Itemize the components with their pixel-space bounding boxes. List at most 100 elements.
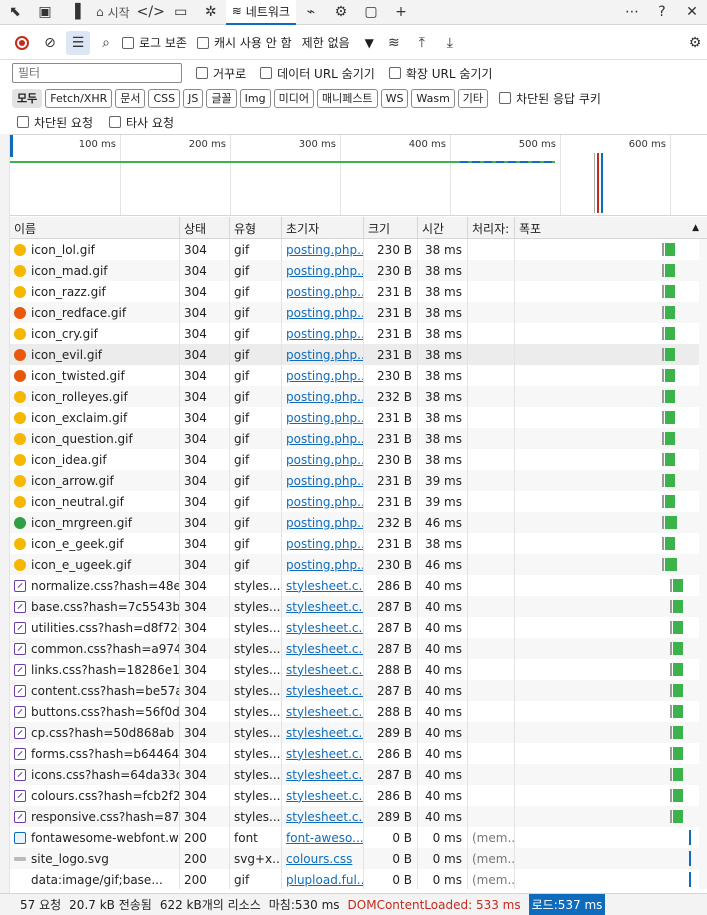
blocked-cookies-checkbox[interactable]: 차단된 응답 쿠키 — [499, 90, 601, 107]
hide-extension-urls-checkbox[interactable]: 확장 URL 숨기기 — [388, 65, 492, 82]
cell-initiator-text[interactable]: stylesheet.c... — [286, 768, 363, 782]
cell-initiator-text[interactable]: stylesheet.c... — [286, 810, 363, 824]
tab-console-icon[interactable]: ▭ — [166, 0, 196, 25]
cell-initiator-text[interactable]: posting.php... — [286, 390, 363, 404]
close-devtools-icon[interactable]: ✕ — [677, 0, 707, 25]
type-filter-other[interactable]: 기타 — [457, 88, 489, 108]
type-filter-ws[interactable]: WS — [380, 88, 409, 108]
type-filter-manifest[interactable]: 매니페스트 — [316, 88, 378, 108]
cell-initiator-text[interactable]: font-aweso... — [286, 831, 363, 845]
blocked-requests-checkbox[interactable]: 차단된 요청 — [17, 114, 93, 131]
tab-welcome[interactable]: ⌂ 시작 — [90, 0, 136, 25]
table-row[interactable]: data:image/gif;base... 200 gif plupload.ful… — [10, 869, 707, 889]
throttling-select[interactable]: 제한 없음 ▼ — [302, 34, 374, 51]
cell-initiator-text[interactable]: stylesheet.c... — [286, 663, 363, 677]
cell-initiator-text[interactable]: posting.php... — [286, 243, 363, 257]
tab-network[interactable]: ≋ 네트워크 — [225, 0, 296, 25]
table-row[interactable]: normalize.css?hash=48e... 304 styles... sty… — [10, 575, 707, 596]
table-row[interactable]: cp.css?hash=50d868ab 304 styles... styleshe… — [10, 722, 707, 743]
cell-initiator-text[interactable]: stylesheet.c... — [286, 705, 363, 719]
inspect-element-icon[interactable]: ⬉ — [0, 0, 30, 25]
table-row[interactable]: icon_mrgreen.gif 304 gif posting.php... 232 … — [10, 512, 707, 533]
cell-initiator-text[interactable]: stylesheet.c... — [286, 621, 363, 635]
export-har-button[interactable]: ⤓ — [438, 31, 462, 55]
type-filter-doc[interactable]: 문서 — [115, 88, 146, 108]
cell-initiator-text[interactable]: stylesheet.c... — [286, 726, 363, 740]
table-row[interactable]: fontawesome-webfont.w... 200 font font-awes… — [10, 827, 707, 848]
table-row[interactable]: icon_neutral.gif 304 gif posting.php... 231 … — [10, 491, 707, 512]
invert-checkbox[interactable]: 거꾸로 — [196, 65, 246, 82]
cell-initiator-text[interactable]: colours.css — [286, 852, 352, 866]
settings-button[interactable]: ⚙ — [683, 31, 707, 55]
cell-initiator-text[interactable]: posting.php... — [286, 264, 363, 278]
hide-data-urls-checkbox[interactable]: 데이터 URL 숨기기 — [260, 65, 375, 82]
table-row[interactable]: icon_evil.gif 304 gif posting.php... 231 B 38… — [10, 344, 707, 365]
cell-initiator-text[interactable]: posting.php... — [286, 474, 363, 488]
table-row[interactable]: common.css?hash=a974... 304 styles... style… — [10, 638, 707, 659]
table-row[interactable]: icon_e_geek.gif 304 gif posting.php... 231 B… — [10, 533, 707, 554]
cell-initiator-text[interactable]: posting.php... — [286, 537, 363, 551]
filter-input[interactable] — [12, 63, 182, 83]
column-time[interactable]: 시간 — [418, 217, 468, 239]
table-row[interactable]: icon_idea.gif 304 gif posting.php... 230 B 38… — [10, 449, 707, 470]
preserve-log-checkbox[interactable]: 로그 보존 — [122, 34, 187, 51]
cell-initiator-text[interactable]: posting.php... — [286, 558, 363, 572]
cell-initiator-text[interactable]: posting.php... — [286, 516, 363, 530]
tab-sources-bug-icon[interactable]: ✲ — [196, 0, 226, 25]
table-row[interactable]: icon_lol.gif 304 gif posting.php... 230 B 38 … — [10, 239, 707, 260]
table-row[interactable]: utilities.css?hash=d8f72c... 304 styles...… — [10, 617, 707, 638]
third-party-checkbox[interactable]: 타사 요청 — [109, 114, 174, 131]
table-row[interactable]: responsive.css?hash=87... 304 styles... sty… — [10, 806, 707, 827]
table-row[interactable]: icon_e_ugeek.gif 304 gif posting.php... 230 … — [10, 554, 707, 575]
table-row[interactable]: site_logo.svg 200 svg+x... colours.css 0 B 0 … — [10, 848, 707, 869]
type-filter-fetch-xhr[interactable]: Fetch/XHR — [45, 88, 113, 108]
tab-elements-icon[interactable]: </> — [136, 0, 166, 25]
network-conditions-button[interactable]: ≋ — [382, 31, 406, 55]
import-har-button[interactable]: ⤒ — [410, 31, 434, 55]
cell-initiator-text[interactable]: posting.php... — [286, 453, 363, 467]
cell-initiator-text[interactable]: posting.php... — [286, 411, 363, 425]
table-row[interactable]: base.css?hash=7c5543be 304 styles... styles… — [10, 596, 707, 617]
cell-initiator-text[interactable]: posting.php... — [286, 327, 363, 341]
column-initiator[interactable]: 초기자 — [282, 217, 364, 239]
cell-initiator-text[interactable]: posting.php... — [286, 432, 363, 446]
tab-performance-icon[interactable]: ⌁ — [296, 0, 326, 25]
search-button[interactable]: ⌕ — [94, 31, 118, 55]
filter-toggle-button[interactable]: ☰ — [66, 30, 90, 55]
cell-initiator-text[interactable]: stylesheet.c... — [286, 579, 363, 593]
record-button[interactable] — [10, 31, 34, 55]
tab-memory-icon[interactable]: ⚙ — [326, 0, 356, 25]
table-row[interactable]: content.css?hash=be57a... 304 styles... sty… — [10, 680, 707, 701]
table-row[interactable]: icon_twisted.gif 304 gif posting.php... 230 … — [10, 365, 707, 386]
column-status[interactable]: 상태 — [180, 217, 230, 239]
tab-application-icon[interactable]: ▢ — [356, 0, 386, 25]
clear-button[interactable]: ⊘ — [38, 31, 62, 55]
cell-initiator-text[interactable]: posting.php... — [286, 285, 363, 299]
column-waterfall[interactable]: 폭포 ▲ — [515, 217, 707, 239]
table-row[interactable]: icons.css?hash=64da33ce 304 styles... style… — [10, 764, 707, 785]
dock-side-icon[interactable]: ▐ — [60, 0, 90, 25]
table-row[interactable]: icon_redface.gif 304 gif posting.php... 231 … — [10, 302, 707, 323]
cell-initiator-text[interactable]: plupload.ful... — [286, 873, 363, 887]
type-filter-all[interactable]: 모두 — [12, 88, 43, 108]
cell-initiator-text[interactable]: stylesheet.c... — [286, 684, 363, 698]
table-row[interactable]: icon_cry.gif 304 gif posting.php... 231 B 38 … — [10, 323, 707, 344]
disable-cache-checkbox[interactable]: 캐시 사용 안 함 — [196, 34, 292, 51]
table-row[interactable]: icon_razz.gif 304 gif posting.php... 231 B 38… — [10, 281, 707, 302]
cell-initiator-text[interactable]: posting.php... — [286, 348, 363, 362]
table-scrollbar[interactable] — [699, 239, 707, 889]
type-filter-css[interactable]: CSS — [148, 88, 181, 108]
table-row[interactable]: colours.css?hash=fcb2f2... 304 styles... st… — [10, 785, 707, 806]
more-options-icon[interactable]: ⋯ — [617, 0, 647, 25]
cell-initiator-text[interactable]: posting.php... — [286, 306, 363, 320]
add-tab-icon[interactable]: + — [386, 0, 416, 25]
table-row[interactable]: icon_question.gif 304 gif posting.php... 231… — [10, 428, 707, 449]
type-filter-wasm[interactable]: Wasm — [411, 88, 455, 108]
table-row[interactable]: icon_exclaim.gif 304 gif posting.php... 231 … — [10, 407, 707, 428]
column-type[interactable]: 유형 — [230, 217, 282, 239]
cell-initiator-text[interactable]: stylesheet.c... — [286, 642, 363, 656]
column-handler[interactable]: 처리자: — [468, 217, 515, 239]
table-row[interactable]: icon_arrow.gif 304 gif posting.php... 231 B 3… — [10, 470, 707, 491]
type-filter-font[interactable]: 글꼴 — [206, 88, 237, 108]
cell-initiator-text[interactable]: posting.php... — [286, 369, 363, 383]
